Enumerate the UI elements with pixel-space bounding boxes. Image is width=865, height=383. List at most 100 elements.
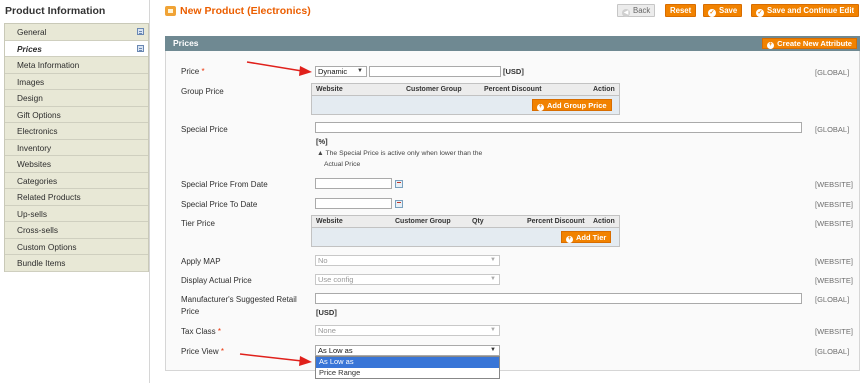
tab-up-sells[interactable]: Up-sells [5, 205, 148, 222]
product-icon [165, 6, 176, 16]
tab-label: Meta Information [17, 60, 80, 70]
sidebar-divider [149, 0, 150, 383]
price-view-scope: [GLOBAL] [815, 347, 850, 356]
special-price-label: Special Price [181, 125, 228, 134]
apply-map-select[interactable]: No ▼ [315, 255, 500, 266]
required-mark: * [201, 67, 205, 76]
section-title: Prices [173, 38, 199, 48]
msrp-currency: [USD] [316, 308, 337, 317]
tab-images[interactable]: Images [5, 73, 148, 90]
tab-related-products[interactable]: Related Products [5, 189, 148, 206]
tab-label: Images [17, 76, 45, 87]
page-title: New Product (Electronics) [180, 5, 311, 17]
msrp-label: Manufacturer's Suggested Retail [181, 295, 297, 304]
dropdown-arrow-icon: ▼ [490, 347, 496, 353]
special-price-scope: [GLOBAL] [815, 125, 850, 134]
price-view-select[interactable]: As Low as ▼ [315, 345, 500, 356]
price-type-select[interactable]: Dynamic ▼ [315, 66, 367, 77]
sidebar-tabs: General Prices Meta Information Images D… [4, 23, 149, 272]
tab-bundle-items[interactable]: Bundle Items [5, 255, 148, 272]
tab-design[interactable]: Design [5, 90, 148, 107]
col-percent-discount: Percent Discount [484, 86, 542, 93]
tab-label: Prices [17, 43, 42, 54]
tax-class-select[interactable]: None ▼ [315, 325, 500, 336]
col-customer-group: Customer Group [395, 218, 451, 225]
option-as-low-as[interactable]: As Low as [316, 357, 499, 368]
prices-section-header: Prices + Create New Attribute [165, 36, 860, 51]
col-action: Action [593, 86, 615, 93]
tier-price-scope: [WEBSITE] [815, 219, 853, 228]
group-price-grid: Website Customer Group Percent Discount … [311, 83, 620, 115]
price-label: Price * [181, 67, 205, 76]
special-price-input[interactable] [315, 122, 802, 133]
tab-label: Up-sells [17, 208, 47, 219]
special-price-note: ▲ The Special Price is active only when … [317, 150, 482, 157]
tab-gift-options[interactable]: Gift Options [5, 106, 148, 123]
back-button[interactable]: ◀ Back [617, 4, 656, 17]
calendar-icon[interactable] [395, 180, 403, 188]
apply-map-label: Apply MAP [181, 257, 221, 266]
reset-button-label: Reset [670, 6, 692, 15]
required-mark: * [220, 347, 225, 356]
save-check-icon: ✓ [756, 9, 764, 17]
col-action: Action [593, 218, 615, 225]
tab-label: Related Products [17, 192, 81, 202]
msrp-input[interactable] [315, 293, 802, 304]
msrp-scope: [GLOBAL] [815, 295, 850, 304]
tab-cross-sells[interactable]: Cross-sells [5, 222, 148, 239]
changed-note-icon [137, 28, 144, 35]
tax-class-value: None [318, 326, 336, 335]
group-price-grid-header: Website Customer Group Percent Discount … [312, 84, 619, 96]
price-scope: [GLOBAL] [815, 68, 850, 77]
dropdown-arrow-icon: ▼ [490, 257, 496, 263]
col-qty: Qty [472, 218, 484, 225]
option-price-range[interactable]: Price Range [316, 368, 499, 379]
save-continue-label: Save and Continue Edit [767, 6, 855, 15]
tab-websites[interactable]: Websites [5, 156, 148, 173]
apply-map-value: No [318, 256, 328, 265]
save-button[interactable]: ✓ Save [703, 4, 743, 17]
special-to-input[interactable] [315, 198, 392, 209]
price-input[interactable] [369, 66, 501, 77]
reset-button[interactable]: Reset [665, 4, 697, 17]
price-currency: [USD] [503, 67, 524, 76]
col-percent-discount: Percent Discount [527, 218, 585, 225]
save-continue-button[interactable]: ✓ Save and Continue Edit [751, 4, 860, 17]
tab-prices[interactable]: Prices [5, 40, 148, 57]
required-mark: * [217, 327, 222, 336]
dropdown-arrow-icon: ▼ [357, 68, 363, 74]
special-price-unit: [%] [316, 137, 328, 146]
back-arrow-icon: ◀ [622, 9, 630, 17]
special-from-scope: [WEBSITE] [815, 180, 853, 189]
price-label-text: Price [181, 67, 200, 76]
tab-custom-options[interactable]: Custom Options [5, 238, 148, 255]
create-attribute-button[interactable]: + Create New Attribute [762, 38, 857, 49]
calendar-icon[interactable] [395, 200, 403, 208]
display-actual-select[interactable]: Use config ▼ [315, 274, 500, 285]
add-tier-button[interactable]: + Add Tier [561, 231, 612, 243]
tab-inventory[interactable]: Inventory [5, 139, 148, 156]
tab-general[interactable]: General [5, 24, 148, 41]
dropdown-arrow-icon: ▼ [490, 327, 496, 333]
plus-icon: + [566, 236, 573, 243]
plus-icon: + [537, 104, 544, 111]
special-from-input[interactable] [315, 178, 392, 189]
group-price-label: Group Price [181, 87, 224, 96]
price-view-label-text: Price View [181, 347, 219, 356]
tab-electronics[interactable]: Electronics [5, 123, 148, 140]
create-attribute-label: Create New Attribute [777, 39, 852, 48]
price-view-dropdown: As Low as Price Range [315, 356, 500, 379]
add-group-price-button[interactable]: + Add Group Price [532, 99, 612, 111]
tab-categories[interactable]: Categories [5, 172, 148, 189]
tab-label: Custom Options [17, 241, 77, 252]
tab-meta-information[interactable]: Meta Information [5, 57, 148, 74]
special-from-label: Special Price From Date [181, 180, 268, 189]
tax-class-label-text: Tax Class [181, 327, 216, 336]
tier-price-grid: Website Customer Group Qty Percent Disco… [311, 215, 620, 247]
tier-price-grid-header: Website Customer Group Qty Percent Disco… [312, 216, 619, 228]
tax-class-label: Tax Class * [181, 327, 221, 336]
tab-label: Electronics [17, 126, 58, 136]
col-website: Website [316, 86, 343, 93]
tax-class-scope: [WEBSITE] [815, 327, 853, 336]
display-actual-value: Use config [318, 275, 354, 284]
